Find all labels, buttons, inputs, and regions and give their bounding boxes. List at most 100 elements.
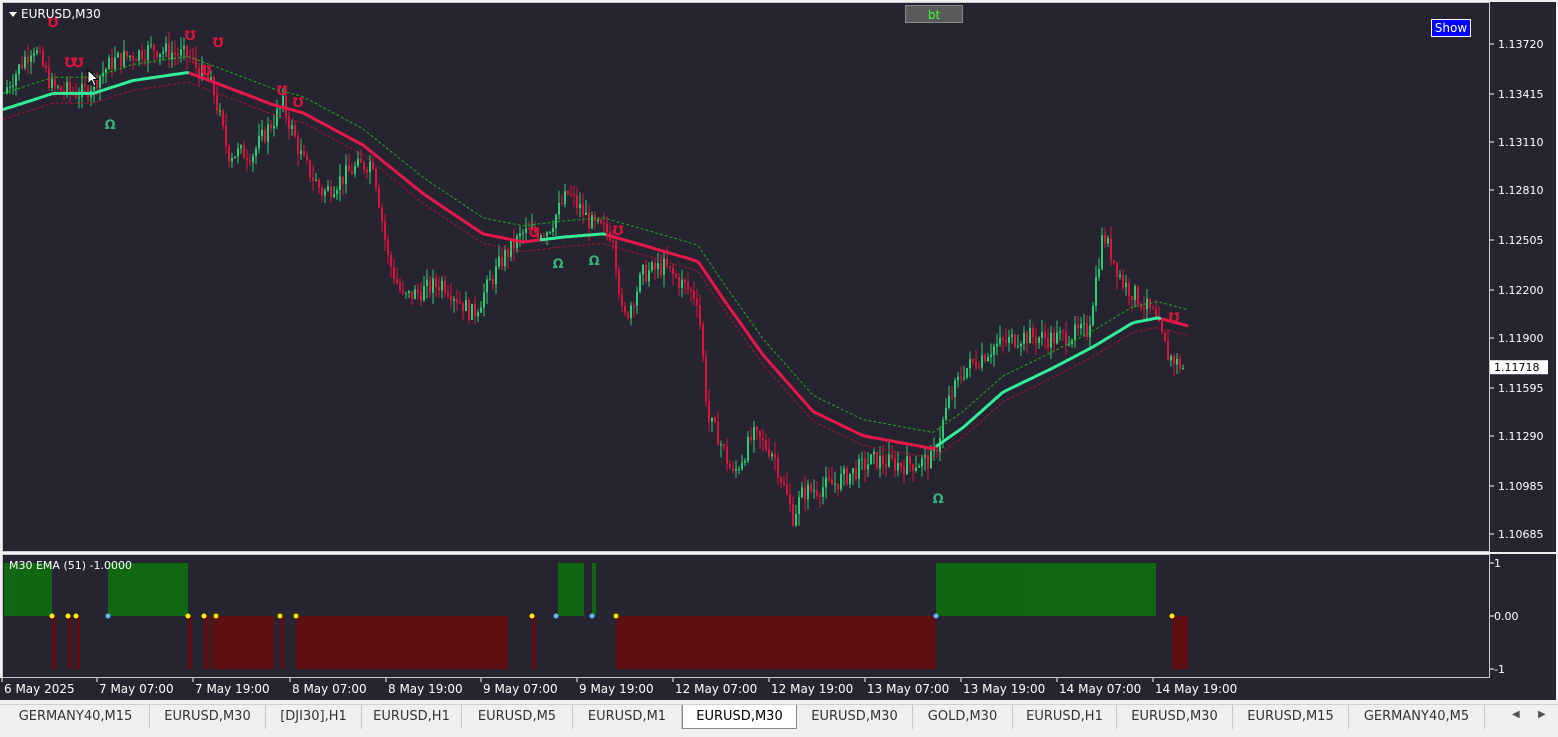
candle-body <box>966 368 968 378</box>
symbol-title[interactable]: EURUSD,M30 <box>9 7 101 21</box>
candle-body <box>882 455 884 465</box>
tabs-scroll-right-icon[interactable]: ▶ <box>1538 709 1546 720</box>
candle-body <box>12 85 14 88</box>
candle-body <box>1086 323 1088 338</box>
candle-body <box>477 312 479 317</box>
candle-body <box>825 477 827 488</box>
candle-body <box>645 265 647 282</box>
candle-body <box>351 171 353 174</box>
price-tick-label: 1.13415 <box>1498 88 1544 101</box>
candle-body <box>867 464 869 470</box>
tabs-scroll-left-icon[interactable]: ◀ <box>1512 709 1520 720</box>
candle-body <box>837 483 839 490</box>
chart-tab[interactable]: EURUSD,M30 <box>150 705 266 729</box>
candle-body <box>42 50 44 66</box>
candle-body <box>423 286 425 301</box>
candle-body <box>504 249 506 267</box>
candle-body <box>669 266 671 268</box>
candle-body <box>699 305 701 325</box>
candle-body <box>228 146 230 162</box>
time-tick-label: 8 May 07:00 <box>292 682 367 696</box>
candle-body <box>906 456 908 475</box>
candle-body <box>828 477 830 480</box>
chart-window[interactable]: ℧ ℧ ℧ ℧ ℧ ℧ ℧ ℧ ℧ ℧ ℧ Ω Ω Ω Ω EURUSD,M30 bt Show 1.137… <box>0 0 1558 704</box>
candle-body <box>309 160 311 178</box>
candle-body <box>363 162 365 170</box>
candle-body <box>915 467 917 471</box>
candle-body <box>672 267 674 274</box>
show-button[interactable]: Show <box>1431 19 1471 37</box>
chart-tab[interactable]: EURUSD,H1 <box>362 705 462 729</box>
candle-body <box>1143 308 1145 310</box>
candle-body <box>33 53 35 56</box>
candle-body <box>1053 332 1055 344</box>
chart-tab[interactable]: GERMANY40,M15 <box>2 705 150 729</box>
candle-body <box>648 270 650 282</box>
signal-dot-yellow <box>529 613 535 619</box>
candle-body <box>24 56 26 68</box>
price-chart-canvas[interactable]: ℧℧℧℧ ℧℧℧℧℧ ℧℧ΩΩ ΩΩ <box>3 3 1490 552</box>
candle-body <box>588 212 590 229</box>
candle-body <box>585 212 587 215</box>
candle-body <box>591 215 593 229</box>
candle-body <box>948 395 950 408</box>
chart-tab[interactable]: GERMANY40,M5 <box>1349 705 1485 729</box>
candle-body <box>561 202 563 205</box>
candle-body <box>339 176 341 191</box>
candle-body <box>375 169 377 188</box>
candle-body <box>753 427 755 441</box>
candle-body <box>465 299 467 311</box>
candle-body <box>900 463 902 468</box>
price-chart-pane[interactable]: ℧ ℧ ℧ ℧ ℧ ℧ ℧ ℧ ℧ ℧ ℧ Ω Ω Ω Ω EURUSD,M30 bt Show <box>2 2 1490 552</box>
candle-body <box>570 193 572 195</box>
candle-body <box>993 346 995 355</box>
chart-tab[interactable]: EURUSD,M30 <box>682 705 797 729</box>
signal-dot-blue <box>589 613 595 619</box>
candle-body <box>855 468 857 479</box>
candle-body <box>759 430 761 438</box>
candle-body <box>297 136 299 155</box>
time-tick-label: 14 May 07:00 <box>1059 682 1141 696</box>
candle-body <box>303 150 305 156</box>
chart-tab[interactable]: GOLD,M30 <box>913 705 1013 729</box>
candle-body <box>951 395 953 398</box>
chart-tab[interactable]: EURUSD,M1 <box>573 705 682 729</box>
sell-signal-icon: ℧ <box>528 226 539 241</box>
candle-body <box>873 451 875 455</box>
bt-button[interactable]: bt <box>905 5 963 23</box>
candle-body <box>567 190 569 194</box>
chart-tab[interactable]: EURUSD,H1 <box>1013 705 1117 729</box>
dropdown-triangle-icon[interactable] <box>9 11 17 17</box>
candle-body <box>1098 268 1100 277</box>
candle-body <box>312 177 314 181</box>
chart-tab[interactable]: EURUSD,M30 <box>797 705 913 729</box>
candle-body <box>1095 276 1097 307</box>
candle-body <box>945 407 947 420</box>
candle-body <box>135 59 137 61</box>
candle-body <box>600 219 602 224</box>
candle-body <box>942 419 944 439</box>
candle-body <box>432 278 434 293</box>
candle-body <box>267 124 269 142</box>
candle-body <box>1116 262 1118 277</box>
candle-body <box>657 263 659 270</box>
candle-body <box>963 377 965 379</box>
candle-body <box>108 57 110 70</box>
chart-tab[interactable]: [DJI30],H1 <box>266 705 362 729</box>
sell-signal-icon: ℧ <box>292 96 303 111</box>
candle-body <box>813 490 815 492</box>
candle-body <box>426 279 428 287</box>
indicator-pane[interactable]: M30 EMA (51) -1.0000 <box>2 554 1490 678</box>
chart-tab[interactable]: EURUSD,M5 <box>462 705 573 729</box>
candle-body <box>264 130 266 142</box>
candle-body <box>1002 337 1004 341</box>
indicator-tick-label: 0.00 <box>1494 610 1519 623</box>
candle-body <box>1059 331 1061 333</box>
time-tick-label: 9 May 07:00 <box>483 682 558 696</box>
candle-body <box>273 125 275 129</box>
candle-body <box>1128 282 1130 297</box>
chart-tab[interactable]: EURUSD,M15 <box>1233 705 1349 729</box>
candle-body <box>1134 286 1136 301</box>
chart-tab[interactable]: EURUSD,M30 <box>1117 705 1233 729</box>
price-scale[interactable]: 1.13720 1.13415 1.13110 1.12810 1.12505 1.122… <box>1490 2 1556 552</box>
